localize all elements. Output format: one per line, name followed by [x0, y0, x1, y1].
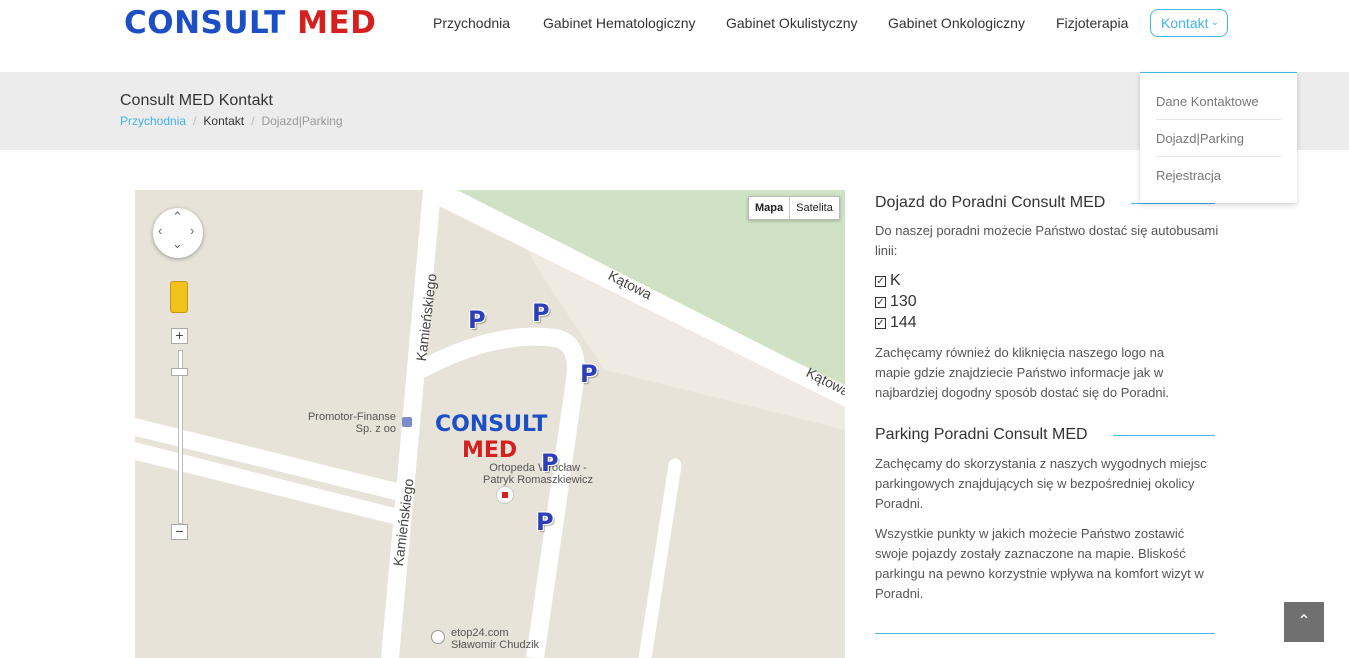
site-logo[interactable]: CONSULT MED	[124, 4, 376, 42]
nav-gabinet-hematologiczny[interactable]: Gabinet Hematologiczny	[543, 14, 696, 32]
poi-etop-line2: Sławomir Chudzik	[451, 639, 540, 651]
pan-down-icon[interactable]: ⌄	[172, 236, 183, 252]
section-title-parking: Parking Poradni Consult MED	[875, 426, 1088, 443]
poi-etop24[interactable]: etop24.com Sławomir Chudzik	[451, 627, 539, 651]
zoom-slider-track[interactable]	[178, 350, 183, 524]
zoom-slider-handle[interactable]	[171, 368, 188, 376]
poi-etop-line1: etop24.com	[451, 627, 509, 639]
section-title-underline	[1131, 203, 1215, 204]
parking-marker-icon[interactable]: P	[536, 509, 558, 535]
map-type-mapa-button[interactable]: Mapa	[749, 197, 791, 219]
parking-paragraph-1: Zachęcamy do skorzystania z naszych wygo…	[875, 456, 1207, 511]
poi-promotor-line1: Promotor-Finanse	[307, 411, 396, 423]
nav-przychodnia[interactable]: Przychodnia	[433, 14, 510, 32]
content-divider	[875, 633, 1215, 634]
breadcrumb-separator: /	[193, 114, 197, 128]
parking-marker-icon[interactable]: P	[468, 307, 490, 333]
dojazd-intro: Do naszej poradni możecie Państwo dostać…	[875, 223, 1219, 258]
bus-line-label: 144	[890, 314, 917, 331]
zoom-in-button[interactable]: +	[171, 328, 188, 344]
bus-line-label: K	[890, 272, 901, 289]
logo-part-consult: CONSULT	[124, 5, 286, 41]
nav-gabinet-onkologiczny[interactable]: Gabinet Onkologiczny	[888, 14, 1025, 32]
map-logo-med[interactable]: MED	[462, 438, 517, 464]
chevron-up-icon: ⌃	[1297, 613, 1311, 630]
poi-ortopeda-line1: Ortopeda Wrocław -	[489, 462, 587, 474]
parking-marker-icon[interactable]: P	[541, 450, 563, 476]
dropdown-item-dojazd-parking[interactable]: Dojazd|Parking	[1156, 120, 1281, 157]
breadcrumb-kontakt[interactable]: Kontakt	[203, 114, 244, 128]
parking-marker-icon[interactable]: P	[532, 300, 554, 326]
museum-icon	[431, 630, 445, 644]
nav-kontakt[interactable]: Kontakt ⌄	[1150, 9, 1228, 37]
poi-ortopeda[interactable]: Ortopeda Wrocław - Patryk Romaszkiewicz	[482, 462, 594, 486]
map-type-satelita-button[interactable]: Satelita	[790, 197, 839, 219]
chevron-down-icon: ⌄	[1210, 17, 1219, 28]
bus-line-item: ✓ 130	[875, 291, 917, 312]
poi-ortopeda-line2: Patryk Romaszkiewicz	[482, 474, 594, 486]
poi-promotor-finanse[interactable]: Promotor-Finanse Sp. z oo	[306, 411, 396, 435]
pan-right-icon[interactable]: ›	[190, 223, 194, 238]
kontakt-dropdown-menu: Dane Kontaktowe Dojazd|Parking Rejestrac…	[1140, 72, 1297, 203]
map-type-control: Mapa Satelita	[748, 196, 840, 220]
section-title-dojazd: Dojazd do Poradni Consult MED	[875, 194, 1106, 211]
dropdown-item-dane-kontaktowe[interactable]: Dane Kontaktowe	[1156, 83, 1281, 120]
poi-promotor-line2: Sp. z oo	[355, 423, 396, 435]
google-map[interactable]: Mapa Satelita ⌃ ⌄ ‹ › + − Kamieńskiego K…	[135, 190, 845, 658]
checkbox-icon: ✓	[875, 318, 886, 329]
checkbox-icon: ✓	[875, 297, 886, 308]
parking-marker-icon[interactable]: P	[580, 361, 602, 387]
bus-line-label: 130	[890, 293, 917, 310]
dojazd-text: Zachęcamy również do kliknięcia naszego …	[875, 345, 1170, 400]
pan-control[interactable]: ⌃ ⌄ ‹ ›	[153, 208, 203, 258]
pan-up-icon[interactable]: ⌃	[172, 209, 183, 225]
breadcrumb: Przychodnia / Kontakt / Dojazd|Parking	[120, 114, 343, 128]
page-title: Consult MED Kontakt	[120, 92, 273, 109]
nav-gabinet-okulistyczny[interactable]: Gabinet Okulistyczny	[726, 14, 858, 32]
section-title-underline	[1113, 435, 1215, 436]
site-header: CONSULT MED Przychodnia Gabinet Hematolo…	[0, 0, 1349, 72]
clinic-marker-icon[interactable]	[496, 486, 514, 504]
pan-left-icon[interactable]: ‹	[158, 223, 162, 238]
finance-icon	[402, 417, 412, 427]
parking-paragraph-2: Wszystkie punkty w jakich możecie Państw…	[875, 526, 1204, 601]
bus-line-item: ✓ 144	[875, 312, 917, 333]
breadcrumb-przychodnia[interactable]: Przychodnia	[120, 114, 186, 128]
map-logo-consult[interactable]: CONSULT	[435, 412, 547, 438]
zoom-out-button[interactable]: −	[171, 524, 188, 540]
breadcrumb-separator: /	[251, 114, 255, 128]
street-view-pegman-icon[interactable]	[170, 281, 188, 313]
scroll-to-top-button[interactable]: ⌃	[1284, 602, 1324, 642]
nav-kontakt-label: Kontakt	[1161, 15, 1209, 31]
logo-part-med: MED	[297, 5, 377, 41]
bus-line-item: ✓ K	[875, 270, 901, 291]
breadcrumb-current: Dojazd|Parking	[261, 114, 343, 128]
dropdown-item-rejestracja[interactable]: Rejestracja	[1156, 157, 1281, 194]
nav-fizjoterapia[interactable]: Fizjoterapia	[1056, 14, 1128, 32]
checkbox-icon: ✓	[875, 276, 886, 287]
